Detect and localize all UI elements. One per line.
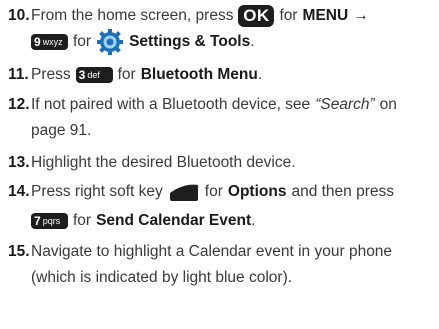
step-15: 15. Navigate to highlight a Calendar eve… [8, 240, 392, 264]
step-text: for [73, 212, 92, 229]
key-9-icon: 9 wxyz [31, 34, 68, 50]
step-text: on [379, 96, 397, 113]
menu-label: MENU [302, 7, 349, 24]
step-text: for [117, 66, 136, 83]
step-text: (which is indicated by light blue color)… [31, 269, 293, 286]
ok-key-icon: OK [238, 5, 275, 27]
key-7-icon: 7 pqrs [31, 213, 68, 229]
step-14-cont: 7 pqrs for Send Calendar Event. [31, 209, 255, 233]
cross-reference: “Search” [315, 96, 375, 113]
arrow-icon: → [353, 7, 369, 24]
step-number: 10. [8, 7, 30, 24]
step-12: 12. If not paired with a Bluetooth devic… [8, 93, 397, 117]
step-text: Press [31, 66, 71, 83]
settings-tools-icon [96, 28, 125, 56]
step-number: 15. [8, 243, 30, 260]
step-10-cont: 9 wxyz for Settings & Tools. [31, 28, 255, 56]
options-label: Options [227, 183, 287, 200]
right-soft-key-icon [167, 181, 200, 203]
step-number: 13. [8, 154, 30, 171]
send-calendar-event-label: Send Calendar Event [96, 212, 252, 229]
step-text: and then press [291, 183, 394, 200]
step-text: Press right soft key [31, 183, 163, 200]
step-text: page 91. [31, 122, 92, 139]
step-11: 11. Press 3 def for Bluetooth Menu. [8, 66, 263, 83]
step-15-cont: (which is indicated by light blue color)… [31, 266, 292, 290]
step-12-cont: page 91. [31, 119, 91, 143]
step-text: From the home screen, press [31, 7, 234, 24]
step-text: Navigate to highlight a Calendar event i… [31, 243, 393, 260]
step-text: If not paired with a Bluetooth device, s… [31, 96, 311, 113]
step-13: 13. Highlight the desired Bluetooth devi… [8, 151, 296, 175]
step-text: for [279, 7, 298, 24]
step-text: Highlight the desired Bluetooth device. [31, 154, 296, 171]
step-number: 14. [8, 183, 30, 200]
step-14: 14. Press right soft key for Options and… [8, 180, 394, 204]
step-number: 11. [8, 66, 29, 83]
step-number: 12. [8, 96, 30, 113]
key-3-icon: 3 def [75, 67, 113, 83]
step-10: 10. From the home screen, press OK for M… [8, 4, 369, 28]
step-text: for [204, 183, 223, 200]
step-text: for [73, 33, 92, 50]
bluetooth-menu-label: Bluetooth Menu [140, 66, 258, 83]
settings-tools-label: Settings & Tools [129, 33, 251, 50]
